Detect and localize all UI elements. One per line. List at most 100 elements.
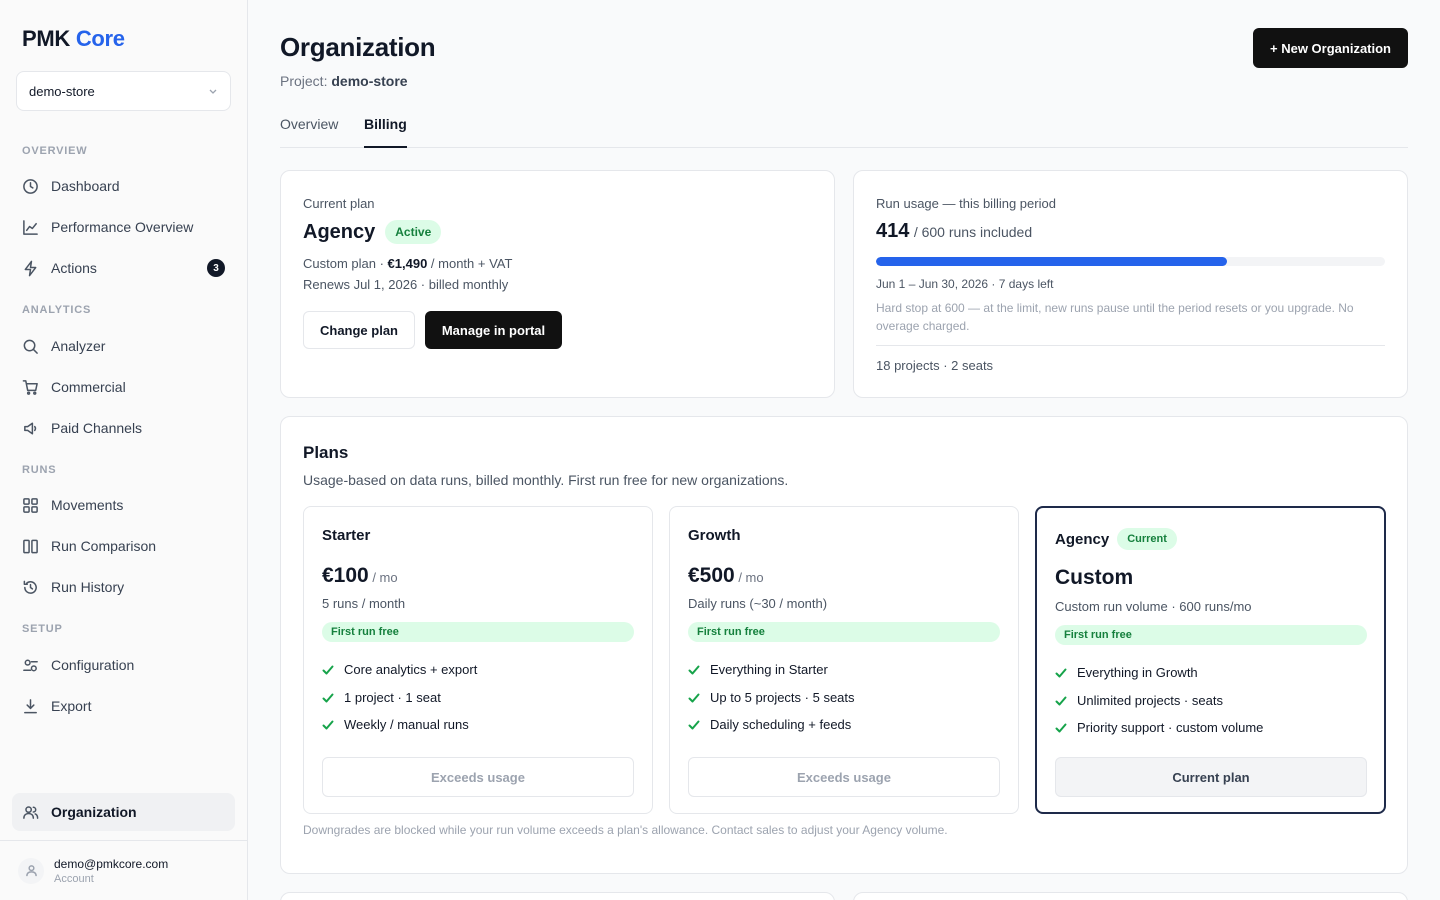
plan-feature: Core analytics + export [322, 662, 477, 677]
columns-icon [23, 539, 38, 553]
plan-feature-text: Up to 5 projects · 5 seats [710, 690, 855, 705]
current-badge: Current [1117, 528, 1177, 550]
manage-portal-button[interactable]: Manage in portal [425, 311, 562, 349]
nav-section-runs: RUNS [22, 464, 57, 476]
sidebar-item-commercial[interactable]: Commercial [12, 368, 235, 406]
divider [876, 345, 1385, 346]
sidebar-item-label: Run History [51, 579, 125, 595]
users-icon [23, 805, 39, 819]
nav-section-setup: SETUP [22, 623, 63, 635]
check-icon [322, 665, 334, 674]
sidebar-item-paid-channels[interactable]: Paid Channels [12, 409, 235, 447]
sidebar: PMK Core demo-store OVERVIEW Dashboard P… [0, 0, 248, 900]
check-icon [322, 720, 334, 729]
plan-price-value: €500 [688, 564, 735, 587]
plan-feature-text: 1 project · 1 seat [344, 690, 441, 705]
account-label: Account [54, 872, 94, 885]
sidebar-item-dashboard[interactable]: Dashboard [12, 167, 235, 205]
plans-title: Plans [303, 443, 349, 462]
tab-billing[interactable]: Billing [364, 116, 407, 148]
user-icon [25, 865, 37, 877]
usage-used: 414 [876, 220, 910, 242]
plan-card-starter: Starter €100 / mo 5 runs / month First r… [303, 506, 653, 814]
plan-feature: Daily scheduling + feeds [688, 717, 851, 732]
sidebar-item-label: Run Comparison [51, 538, 157, 554]
new-organization-button[interactable]: + New Organization [1253, 28, 1408, 68]
plan-desc: Daily runs (~30 / month) [688, 596, 828, 611]
usage-label: Run usage — this billing period [876, 196, 1056, 211]
nav-section-analytics: ANALYTICS [22, 304, 92, 316]
current-plan-label: Current plan [303, 196, 375, 211]
sidebar-item-label: Movements [51, 497, 124, 513]
check-icon [1055, 723, 1067, 732]
actions-count-badge: 3 [207, 259, 225, 277]
price-prefix: Custom plan · [303, 256, 388, 271]
history-icon [23, 580, 37, 594]
plans-subtitle: Usage-based on data runs, billed monthly… [303, 472, 789, 488]
account-menu[interactable]: demo@pmkcore.com Account [0, 840, 247, 900]
sidebar-item-analyzer[interactable]: Analyzer [12, 327, 235, 365]
tab-bar: Overview Billing [280, 116, 1408, 148]
plan-price-per: / mo [734, 570, 764, 585]
plan-feature-text: Priority support · custom volume [1077, 720, 1264, 735]
usage-note: Hard stop at 600 — at the limit, new run… [876, 301, 1354, 333]
sidebar-item-run-comparison[interactable]: Run Comparison [12, 527, 235, 565]
plan-price: €500 / mo [688, 564, 764, 588]
grid-icon [23, 497, 38, 513]
sidebar-item-organization[interactable]: Organization [12, 793, 235, 831]
growth-exceeds-usage-button[interactable]: Exceeds usage [688, 757, 1000, 797]
sidebar-item-movements[interactable]: Movements [12, 486, 235, 524]
sidebar-item-label: Organization [51, 804, 137, 820]
megaphone-icon [24, 422, 37, 434]
change-plan-button[interactable]: Change plan [303, 311, 415, 349]
current-plan-button[interactable]: Current plan [1055, 757, 1367, 797]
line-chart-icon [23, 219, 38, 235]
sidebar-item-configuration[interactable]: Configuration [12, 646, 235, 684]
status-badge: Active [385, 220, 442, 244]
check-icon [688, 693, 700, 702]
sidebar-item-label: Actions [51, 260, 97, 276]
plan-feature: Unlimited projects · seats [1055, 693, 1223, 708]
chevron-down-icon [209, 89, 217, 94]
project-select[interactable]: demo-store [16, 71, 231, 111]
price-suffix: / month + VAT [427, 256, 513, 271]
usage-progress-bar [876, 257, 1385, 266]
sidebar-item-export[interactable]: Export [12, 687, 235, 725]
plan-name: Growth [688, 527, 741, 544]
plan-card-agency: Agency Current Custom Custom run volume … [1035, 506, 1386, 814]
settings-icon [23, 659, 38, 671]
sidebar-item-label: Configuration [51, 657, 135, 673]
plan-price-per: / mo [368, 570, 398, 585]
plan-price-value: €100 [322, 564, 369, 587]
starter-exceeds-usage-button[interactable]: Exceeds usage [322, 757, 634, 797]
page-title: Organization [280, 32, 436, 62]
sidebar-item-actions[interactable]: Actions 3 [12, 249, 235, 287]
usage-footer: 18 projects · 2 seats [876, 358, 994, 373]
current-plan-card: Current plan Agency Active Custom plan ·… [280, 170, 835, 398]
plan-desc: Custom run volume · 600 runs/mo [1055, 599, 1252, 614]
sidebar-item-run-history[interactable]: Run History [12, 568, 235, 606]
plan-feature: Up to 5 projects · 5 seats [688, 690, 855, 705]
plans-footnote: Downgrades are blocked while your run vo… [303, 823, 948, 837]
plan-name: Agency Current [1055, 528, 1177, 550]
tab-overview[interactable]: Overview [280, 116, 338, 148]
plan-card-growth: Growth €500 / mo Daily runs (~30 / month… [669, 506, 1019, 814]
sidebar-item-label: Dashboard [51, 178, 120, 194]
plan-feature: Priority support · custom volume [1055, 720, 1263, 735]
sidebar-item-label: Analyzer [51, 338, 106, 354]
usage-period: Jun 1 – Jun 30, 2026 · 7 days left [876, 277, 1054, 291]
nav-section-overview: OVERVIEW [22, 145, 88, 157]
check-icon [1055, 696, 1067, 705]
download-icon [24, 698, 37, 713]
plan-renewal: Renews Jul 1, 2026 · billed monthly [303, 277, 509, 292]
shopping-cart-icon [22, 379, 38, 395]
plan-feature: Everything in Starter [688, 662, 828, 677]
first-run-free-badge: First run free [322, 622, 634, 642]
check-icon [688, 720, 700, 729]
plan-feature: Everything in Growth [1055, 665, 1198, 680]
app-logo[interactable]: PMK Core [22, 26, 125, 52]
sidebar-item-performance-overview[interactable]: Performance Overview [12, 208, 235, 246]
first-run-free-badge: First run free [1055, 625, 1367, 645]
usage-included: / 600 runs included [913, 224, 1033, 240]
logo-accent-text: Core [75, 26, 125, 51]
